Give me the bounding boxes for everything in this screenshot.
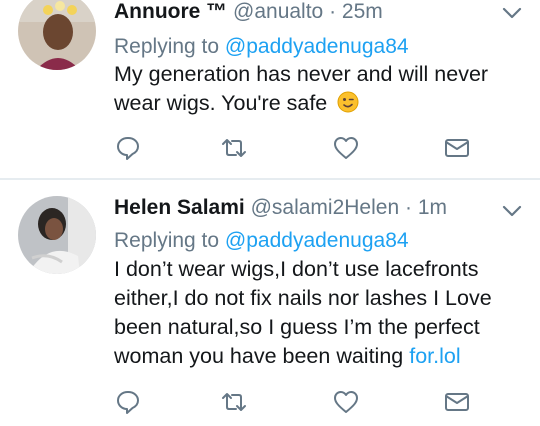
like-heart-icon[interactable] xyxy=(332,388,360,416)
replying-to-label: Replying to xyxy=(114,35,220,58)
replying-to-line: Replying to @paddyadenuga84 xyxy=(114,228,409,254)
replying-to-line: Replying to @paddyadenuga84 xyxy=(114,34,409,60)
mention-link[interactable]: @paddyadenuga84 xyxy=(225,229,409,252)
timestamp[interactable]: 1m xyxy=(418,196,447,219)
like-heart-icon[interactable] xyxy=(332,134,360,162)
tweet-2[interactable]: Helen Salami @salami2Helen · 1m Replying… xyxy=(0,180,540,426)
retweet-icon[interactable] xyxy=(218,134,246,162)
tweet-body: My generation has never and will never w… xyxy=(114,62,489,115)
tweet-actions xyxy=(0,134,540,162)
timestamp[interactable]: 25m xyxy=(342,0,383,23)
separator-dot: · xyxy=(404,196,412,219)
tweet-link[interactable]: for.lol xyxy=(409,344,460,368)
direct-message-icon[interactable] xyxy=(442,388,470,416)
tweet-text: My generation has never and will never w… xyxy=(114,60,524,118)
avatar[interactable] xyxy=(18,0,96,70)
display-name[interactable]: Annuore ™ xyxy=(114,0,227,23)
retweet-icon[interactable] xyxy=(218,388,246,416)
replying-to-label: Replying to xyxy=(114,229,220,252)
mention-link[interactable]: @paddyadenuga84 xyxy=(225,35,409,58)
display-name[interactable]: Helen Salami xyxy=(114,196,245,219)
username-handle[interactable]: @salami2Helen xyxy=(251,196,400,219)
direct-message-icon[interactable] xyxy=(442,134,470,162)
tweet-text: I don’t wear wigs,I don’t use lacefronts… xyxy=(114,255,524,371)
avatar[interactable] xyxy=(18,196,96,274)
reply-icon[interactable] xyxy=(114,388,142,416)
separator-dot: · xyxy=(329,0,337,23)
username-handle[interactable]: @anualto xyxy=(233,0,323,23)
chevron-down-icon[interactable] xyxy=(502,204,522,218)
tweet-1[interactable]: Annuore ™ @anualto · 25m Replying to @pa… xyxy=(0,0,540,178)
tweet-header: Helen Salami @salami2Helen · 1m xyxy=(114,196,510,220)
tweet-header: Annuore ™ @anualto · 25m xyxy=(114,0,510,24)
winking-face-emoji-icon xyxy=(337,91,359,113)
tweet-actions xyxy=(0,388,540,416)
reply-icon[interactable] xyxy=(114,134,142,162)
chevron-down-icon[interactable] xyxy=(502,6,522,20)
